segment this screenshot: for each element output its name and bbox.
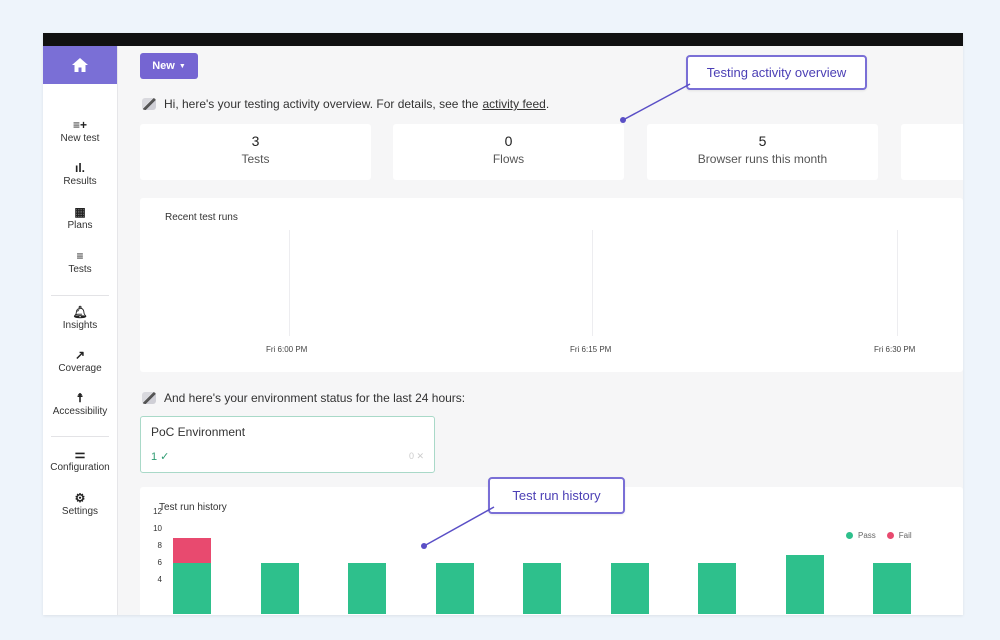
environment-intro: And here's your environment status for t… xyxy=(142,391,465,405)
stat-card-tests[interactable]: 3 Tests xyxy=(140,124,371,180)
sidebar-divider xyxy=(51,295,109,296)
history-bar-pass[interactable] xyxy=(873,563,911,614)
pass-legend-dot xyxy=(846,532,853,539)
main-content: New ▼ Hi, here's your testing activity o… xyxy=(118,46,963,615)
history-bar-fail[interactable] xyxy=(173,537,211,563)
sidebar-item-label: Tests xyxy=(68,264,92,275)
playlist-add-icon: ≡+ xyxy=(72,118,87,132)
sidebar-item-label: Settings xyxy=(61,506,99,517)
gear-icon: ⚙ xyxy=(74,491,86,505)
environment-pass-count: 1 ✓ xyxy=(151,451,170,463)
sidebar-item-configuration[interactable]: ⚌ Configuration xyxy=(43,446,117,473)
legend-fail-label: Fail xyxy=(898,531,912,540)
y-axis-tick: 8 xyxy=(157,541,162,550)
accessibility-icon: ☨ xyxy=(76,391,84,405)
home-icon xyxy=(72,58,88,72)
sidebar-item-accessibility[interactable]: ☨ Accessibility xyxy=(43,390,117,417)
sidebar-item-tests[interactable]: ≡ Tests xyxy=(43,248,117,275)
legend-pass-label: Pass xyxy=(858,531,876,540)
environment-intro-text: And here's your environment status for t… xyxy=(164,391,466,405)
greeting-suffix: . xyxy=(545,97,550,111)
stat-value: 3 xyxy=(251,133,260,149)
stat-card-partial[interactable] xyxy=(901,124,963,180)
environment-card[interactable]: PoC Environment 1 ✓ 0 ✕ xyxy=(140,416,435,473)
recent-runs-panel: Recent test runs Fri 6:00 PM Fri 6:15 PM… xyxy=(140,198,963,372)
history-bar-pass[interactable] xyxy=(173,563,211,614)
sidebar-item-results[interactable]: ıl. Results xyxy=(43,160,117,187)
stat-label: Browser runs this month xyxy=(697,152,828,166)
callout-test-run-history: Test run history xyxy=(488,477,625,514)
overview-greeting: Hi, here's your testing activity overvie… xyxy=(142,97,549,111)
activity-feed-link[interactable]: activity feed xyxy=(482,97,545,111)
sidebar-item-label: Plans xyxy=(67,220,93,231)
history-bar-pass[interactable] xyxy=(435,563,474,614)
sliders-icon: ⚌ xyxy=(74,447,86,461)
app-window: ≡+ New test ıl. Results ▦ Plans ≡ Tests … xyxy=(43,33,963,615)
bot-icon xyxy=(142,392,156,404)
grid-line xyxy=(592,230,593,336)
calendar-icon: ▦ xyxy=(74,205,86,219)
environment-fail-count: 0 ✕ xyxy=(408,451,424,461)
time-tick: Fri 6:30 PM xyxy=(874,345,916,354)
y-axis-tick: 12 xyxy=(153,507,162,516)
list-icon: ≡ xyxy=(76,249,84,263)
bar-chart-icon: ıl. xyxy=(74,161,85,175)
stat-card-flows[interactable]: 0 Flows xyxy=(393,124,624,180)
environment-name: PoC Environment xyxy=(151,425,246,439)
sidebar-divider xyxy=(51,436,109,437)
sidebar-item-label: Insights xyxy=(62,320,98,331)
callout-testing-activity: Testing activity overview xyxy=(686,55,867,90)
bell-icon: 🔔︎ xyxy=(72,305,88,319)
sidebar-item-coverage[interactable]: ↗ Coverage xyxy=(43,347,117,374)
y-axis-tick: 4 xyxy=(157,575,162,584)
sidebar-item-insights[interactable]: 🔔︎ Insights xyxy=(43,304,117,331)
stat-card-browser-runs[interactable]: 5 Browser runs this month xyxy=(647,124,878,180)
sidebar-item-new-test[interactable]: ≡+ New test xyxy=(43,117,117,144)
fail-legend-dot xyxy=(886,532,894,539)
history-bar-pass[interactable] xyxy=(348,563,386,614)
y-axis-tick: 10 xyxy=(153,524,162,533)
history-legend: Pass Fail xyxy=(846,531,912,540)
time-tick: Fri 6:00 PM xyxy=(266,345,308,354)
sidebar-item-plans[interactable]: ▦ Plans xyxy=(43,204,117,231)
new-button-label: New xyxy=(152,60,175,72)
top-bar xyxy=(43,33,963,46)
history-title: Test run history xyxy=(159,502,227,513)
history-bar-pass[interactable] xyxy=(698,563,736,614)
history-bar-pass[interactable] xyxy=(260,563,299,614)
stat-label: Tests xyxy=(241,152,270,166)
history-bar-pass[interactable] xyxy=(785,554,824,614)
history-bar-pass[interactable] xyxy=(610,563,649,614)
greeting-text: Hi, here's your testing activity overvie… xyxy=(164,97,479,111)
history-bar-pass[interactable] xyxy=(523,563,561,614)
sidebar-item-label: Coverage xyxy=(58,363,102,374)
y-axis-tick: 6 xyxy=(157,558,162,567)
stat-label: Flows xyxy=(492,152,525,166)
sidebar-item-label: Configuration xyxy=(50,462,110,473)
caret-down-icon: ▼ xyxy=(178,62,186,70)
new-button[interactable]: New ▼ xyxy=(140,53,198,79)
sidebar-item-label: Results xyxy=(63,176,97,187)
sidebar-item-settings[interactable]: ⚙ Settings xyxy=(43,490,117,517)
grid-line xyxy=(289,230,290,336)
bot-icon xyxy=(142,98,156,110)
sidebar-item-label: New test xyxy=(60,133,100,144)
trend-icon: ↗ xyxy=(74,348,86,362)
grid-line xyxy=(897,230,898,336)
recent-runs-title: Recent test runs xyxy=(165,212,238,223)
stat-value: 5 xyxy=(758,133,767,149)
time-tick: Fri 6:15 PM xyxy=(570,345,612,354)
sidebar-item-label: Accessibility xyxy=(52,406,108,417)
home-button[interactable] xyxy=(43,46,117,84)
stat-value: 0 xyxy=(504,133,513,149)
